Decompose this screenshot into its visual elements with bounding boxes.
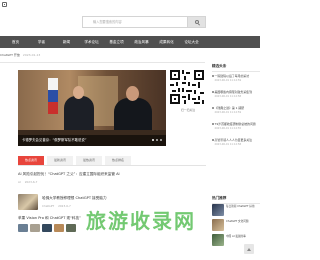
thumbnail[interactable] — [30, 224, 40, 232]
thumbnail[interactable] — [42, 224, 52, 232]
search-icon — [194, 20, 199, 24]
slider-dots — [152, 139, 162, 141]
arrow-up-icon — [247, 247, 251, 251]
news-tabs: 热点资讯 最新资讯 最热资讯 热点排名 — [18, 156, 206, 166]
nav-item-forums-all[interactable]: 论坛大全 — [179, 40, 204, 45]
tab-hot-news[interactable]: 热点资讯 — [18, 156, 44, 165]
hot-item[interactable]: 每日新闻 ChatGPT 好用 — [212, 204, 260, 217]
hot-section: 热门推荐 每日新闻 ChatGPT 好用 ChatGPT 文化问题 中国 AI … — [212, 196, 260, 246]
hot-thumbnail[interactable] — [212, 219, 224, 231]
top-bar — [0, 0, 260, 9]
hot-thumbnail[interactable] — [212, 204, 224, 216]
search-bar — [82, 16, 206, 28]
nav-item-scholars[interactable]: 学者 — [29, 40, 54, 45]
list-item-meta: AI 2023-6-7 — [18, 180, 38, 184]
hero-caption[interactable]: 卡德罗夫会见普京：“俄罗斯军队不敢说说” — [18, 135, 166, 146]
nav-item-results[interactable]: 成果转化 — [154, 40, 179, 45]
nav-item-news[interactable]: 新闻 — [54, 40, 79, 45]
slider-dot[interactable] — [152, 139, 154, 141]
notice-text[interactable]: ChatGPT 开放 — [0, 53, 20, 57]
divider — [0, 62, 205, 63]
list-item[interactable]: AI 风险引起担忧！“ChatGPT 之父”：应建立国际组织来监管 AI AI 2… — [18, 172, 208, 188]
slider-dot[interactable] — [156, 139, 158, 141]
notice-date: 2023-01-13 — [22, 53, 41, 57]
flag-icon — [48, 78, 58, 114]
list-item-title[interactable]: 哈佛大学教授称理想 ChatGPT 接受脑力 — [42, 196, 208, 201]
tab-hot-ranking[interactable]: 热点排名 — [105, 156, 131, 165]
tab-popular-news[interactable]: 最热资讯 — [76, 156, 102, 165]
slider-dot[interactable] — [160, 139, 162, 141]
list-item-thumbnail[interactable] — [18, 194, 38, 210]
site-logo-icon[interactable] — [2, 2, 7, 7]
thumbnail[interactable] — [18, 224, 28, 232]
thumbnail[interactable] — [66, 224, 76, 232]
sidebar-item[interactable]: 高管带领人人人为目更多关注 2023-06-01 11:12:58 — [212, 138, 260, 146]
hot-title: 热门推荐 — [212, 196, 260, 204]
thumbnail-strip — [18, 224, 76, 232]
nav-item-forum[interactable]: 学术论坛 — [79, 40, 104, 45]
sidebar-item[interactable]: 美国哪些内容现对政务采集到 2023-06-01 11:12:58 — [212, 90, 260, 98]
hero-slider[interactable]: 卡德罗夫会见普京：“俄罗斯军队不敢说说” — [18, 70, 166, 146]
sidebar-item[interactable]: 一院建院以后了每月的采访 2023-06-01 11:12:59 — [212, 74, 260, 82]
tab-latest-news[interactable]: 最新资讯 — [47, 156, 73, 165]
hot-thumbnail[interactable] — [212, 234, 224, 246]
nav-item-funding[interactable]: 基金立项 — [104, 40, 129, 45]
nav-item-home[interactable]: 首页 — [3, 40, 28, 45]
sidebar-item[interactable]: 《瑞典之谜》第 1 期研 2023-06-01 11:12:59 — [212, 106, 260, 114]
main-nav: 首页 学者 新闻 学术论坛 基金立项 政治风暴 成果转化 论坛大全 — [0, 36, 260, 48]
qr-caption: 扫一扫关注 — [181, 108, 195, 112]
watermark: 旅游收录网 — [86, 209, 196, 233]
list-item-title[interactable]: AI 风险引起担忧！“ChatGPT 之父”：应建立国际组织来监管 AI — [18, 172, 208, 177]
sidebar-title: 精选头条 — [212, 64, 260, 72]
back-to-top-button[interactable] — [244, 244, 254, 254]
notice-bar: ChatGPT 开放 2023-01-13 — [0, 53, 210, 59]
sidebar: 精选头条 一院建院以后了每月的采访 2023-06-01 11:12:59 美国… — [212, 64, 260, 260]
qr-code-icon — [170, 70, 204, 104]
hot-item[interactable]: ChatGPT 文化问题 — [212, 219, 260, 232]
search-input[interactable] — [82, 16, 188, 28]
sidebar-item[interactable]: 79岁首都收度研制新总统的问题 2023-06-01 11:12:55 — [212, 122, 260, 130]
thumbnail[interactable] — [54, 224, 64, 232]
search-button[interactable] — [188, 16, 206, 28]
nav-item-politics[interactable]: 政治风暴 — [129, 40, 154, 45]
